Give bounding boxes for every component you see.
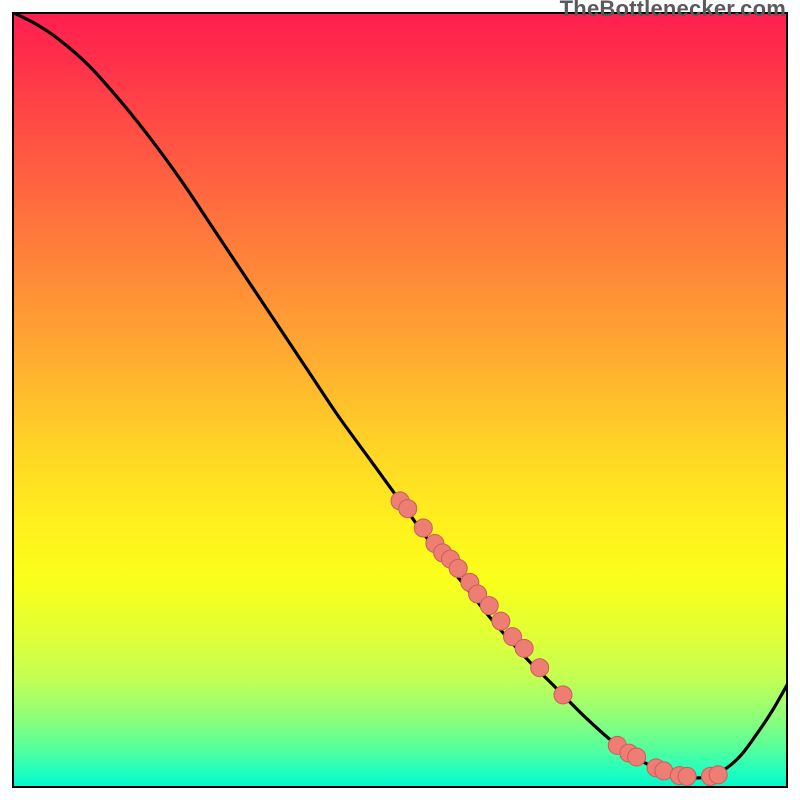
data-point <box>709 766 727 784</box>
bottleneck-chart: TheBottlenecker.com <box>0 0 800 800</box>
curve-layer <box>12 12 788 788</box>
markers-group <box>391 492 727 785</box>
data-point <box>628 748 646 766</box>
data-point <box>414 519 432 537</box>
plot-area <box>12 12 788 788</box>
data-point <box>480 597 498 615</box>
data-point <box>531 659 549 677</box>
bottleneck-curve <box>12 12 788 778</box>
data-point <box>515 639 533 657</box>
data-point <box>554 686 572 704</box>
data-point <box>399 500 417 518</box>
attribution-text: TheBottlenecker.com <box>560 0 786 22</box>
data-point <box>492 612 510 630</box>
data-point <box>678 767 696 785</box>
